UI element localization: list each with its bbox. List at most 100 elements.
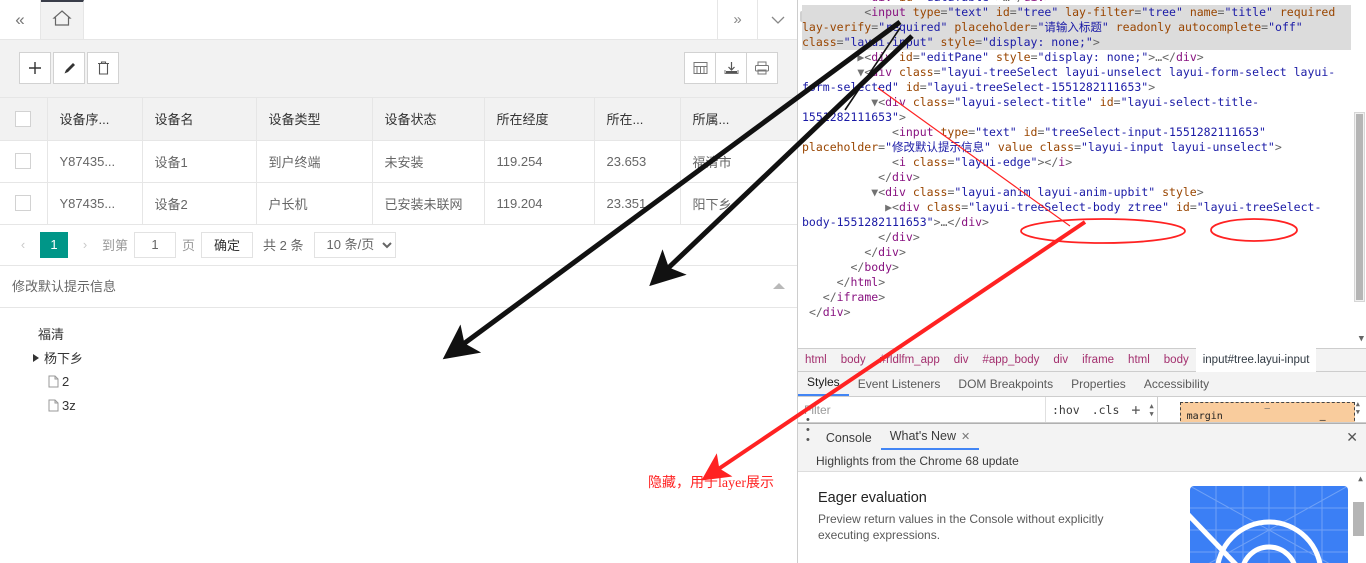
select-all-cell[interactable] [0, 98, 48, 141]
tree-select-title[interactable] [0, 265, 797, 308]
new-style-rule-button[interactable]: + [1125, 397, 1146, 422]
breadcrumb-item[interactable]: body [1157, 348, 1196, 372]
devtools-tab-event-listeners[interactable]: Event Listeners [849, 372, 950, 396]
page-prev-button[interactable]: ‹ [12, 237, 34, 252]
close-icon[interactable]: ✕ [961, 431, 970, 443]
page-next-button[interactable]: › [74, 237, 96, 252]
whats-new-scrollbar[interactable] [1353, 484, 1364, 562]
delete-button[interactable] [87, 52, 119, 84]
box-model-spinner[interactable]: ▲ ▼ [1353, 400, 1363, 416]
col-header-latitude[interactable]: 所在... [594, 98, 681, 141]
dom-tree-line[interactable]: </div> [802, 305, 1351, 320]
dom-tree-line[interactable]: ▼<div class="layui-anim layui-anim-upbit… [802, 185, 1351, 200]
box-model-top-value[interactable]: — [1264, 404, 1269, 414]
print-button[interactable] [746, 52, 778, 84]
dom-tree-line[interactable]: </body> [802, 260, 1351, 275]
tree-node-root[interactable]: 福清 [22, 322, 797, 346]
row-checkbox[interactable] [15, 153, 32, 170]
export-button[interactable] [715, 52, 747, 84]
dom-tree-line[interactable]: ▶<div id="editPane" style="display: none… [802, 50, 1351, 65]
plus-icon[interactable]: + [1131, 401, 1140, 419]
breadcrumb-item[interactable]: #app_body [975, 348, 1046, 372]
whats-new-scroll-up-icon[interactable]: ▲ [1358, 474, 1363, 483]
kebab-menu-icon[interactable]: • • • [798, 415, 817, 450]
row-checkbox[interactable] [15, 195, 32, 212]
breadcrumb-item[interactable]: html [1121, 348, 1157, 372]
dom-tree-line[interactable]: </html> [802, 275, 1351, 290]
col-header-type[interactable]: 设备类型 [256, 98, 373, 141]
chevron-right-icon[interactable]: ▶ [802, 50, 864, 64]
select-all-checkbox[interactable] [15, 111, 32, 128]
dom-tree-line[interactable]: <input type="text" id="tree" lay-filter=… [802, 5, 1351, 50]
edit-button[interactable] [53, 52, 85, 84]
row-select-cell[interactable] [0, 182, 48, 225]
caret-up-icon[interactable] [773, 282, 785, 289]
chevron-down-icon[interactable]: ▼ [802, 65, 864, 79]
dom-tree-line[interactable]: </div> [802, 170, 1351, 185]
goto-confirm-button[interactable]: 确定 [201, 231, 254, 258]
dom-scrollbar[interactable] [1354, 112, 1365, 302]
tree-node-leaf[interactable]: 3z [22, 394, 797, 418]
dom-tree-line[interactable]: <input type="text" id="treeSelect-input-… [802, 125, 1351, 155]
columns-filter-button[interactable] [684, 52, 716, 84]
col-header-region[interactable]: 所属... [680, 98, 797, 141]
box-model-right-value[interactable]: — [1320, 415, 1326, 422]
styles-spinner[interactable]: ▲ ▼ [1146, 397, 1156, 422]
col-header-name[interactable]: 设备名 [142, 98, 257, 141]
breadcrumb-item[interactable]: #rldlfm_app [873, 348, 947, 372]
tabs-more-icon[interactable] [757, 0, 797, 39]
tree-select-input[interactable] [12, 278, 767, 294]
page-size-select[interactable]: 10 条/页 [313, 231, 396, 258]
add-button[interactable] [19, 52, 51, 84]
dom-tree-line[interactable]: <i class="layui-edge"></i> [802, 155, 1351, 170]
tabs-next-icon[interactable]: » [717, 0, 757, 39]
sidebar-collapse-icon[interactable]: « [0, 0, 41, 39]
chevron-right-icon[interactable]: ▶ [802, 200, 892, 214]
caret-up-icon[interactable]: ▲ [1149, 402, 1153, 410]
dom-tree-line[interactable]: ▼<div class="layui-select-title" id="lay… [802, 95, 1351, 125]
page-current-button[interactable]: 1 [40, 231, 68, 258]
styles-filter-input[interactable] [804, 402, 1039, 417]
tree-node-leaf[interactable]: 2 [22, 370, 797, 394]
tab-console[interactable]: Console [817, 426, 881, 450]
devtools-tab-dom-breakpoints[interactable]: DOM Breakpoints [949, 372, 1062, 396]
devtools-tab-accessibility[interactable]: Accessibility [1135, 372, 1218, 396]
caret-up-icon[interactable]: ▲ [1356, 400, 1360, 408]
table-row[interactable]: Y87435... 设备2 户长机 已安装未联网 119.204 23.351 … [0, 182, 797, 225]
col-header-longitude[interactable]: 所在经度 [484, 98, 595, 141]
breadcrumb-item[interactable]: iframe [1075, 348, 1121, 372]
hov-label[interactable]: :hov [1052, 403, 1080, 417]
dom-tree-pane[interactable]: ... <div id="dataTable">…</div> <input t… [798, 0, 1366, 348]
devtools-tab-styles[interactable]: Styles [798, 371, 849, 396]
dom-tree-line[interactable]: ▶<div class="layui-treeSelect-body ztree… [802, 200, 1351, 230]
hov-toggle[interactable]: :hov [1046, 397, 1086, 422]
row-select-cell[interactable] [0, 140, 48, 183]
chevron-down-icon[interactable]: ▼ [802, 185, 878, 199]
home-tab[interactable] [41, 0, 84, 39]
chevron-down-icon[interactable]: ▼ [802, 95, 878, 109]
tree-node-branch[interactable]: 杨下乡 [22, 346, 797, 370]
dom-tree-code[interactable]: <div id="dataTable">…</div> <input type=… [798, 0, 1351, 320]
goto-page-input[interactable] [134, 231, 177, 258]
breadcrumb-item[interactable]: html [798, 348, 834, 372]
col-header-status[interactable]: 设备状态 [372, 98, 485, 141]
box-model-margin[interactable]: — margin — [1179, 402, 1355, 422]
dom-tree-line[interactable]: ▼<div class="layui-treeSelect layui-unse… [802, 65, 1351, 95]
styles-filter-box[interactable] [798, 397, 1046, 422]
table-row[interactable]: Y87435... 设备1 到户终端 未安装 119.254 23.653 福清… [0, 140, 797, 183]
tab-whats-new[interactable]: What's New ✕ [880, 424, 980, 450]
caret-down-icon[interactable]: ▼ [1149, 410, 1153, 418]
cls-label[interactable]: .cls [1092, 403, 1120, 417]
dom-tree-line[interactable]: </div> [802, 245, 1351, 260]
col-header-serial[interactable]: 设备序... [47, 98, 143, 141]
devtools-tab-properties[interactable]: Properties [1062, 372, 1135, 396]
drawer-close-icon[interactable]: ✕ [1346, 429, 1358, 446]
caret-down-icon[interactable]: ▼ [1356, 408, 1360, 416]
dom-tree-line[interactable]: </div> [802, 230, 1351, 245]
tree-expand-arrow-icon[interactable] [28, 353, 44, 362]
breadcrumb-item[interactable]: div [947, 348, 976, 372]
cls-toggle[interactable]: .cls [1086, 397, 1126, 422]
dom-scroll-down-icon[interactable]: ▼ [1359, 334, 1364, 344]
dom-tree-line[interactable]: </iframe> [802, 290, 1351, 305]
breadcrumb-item[interactable]: div [1046, 348, 1075, 372]
